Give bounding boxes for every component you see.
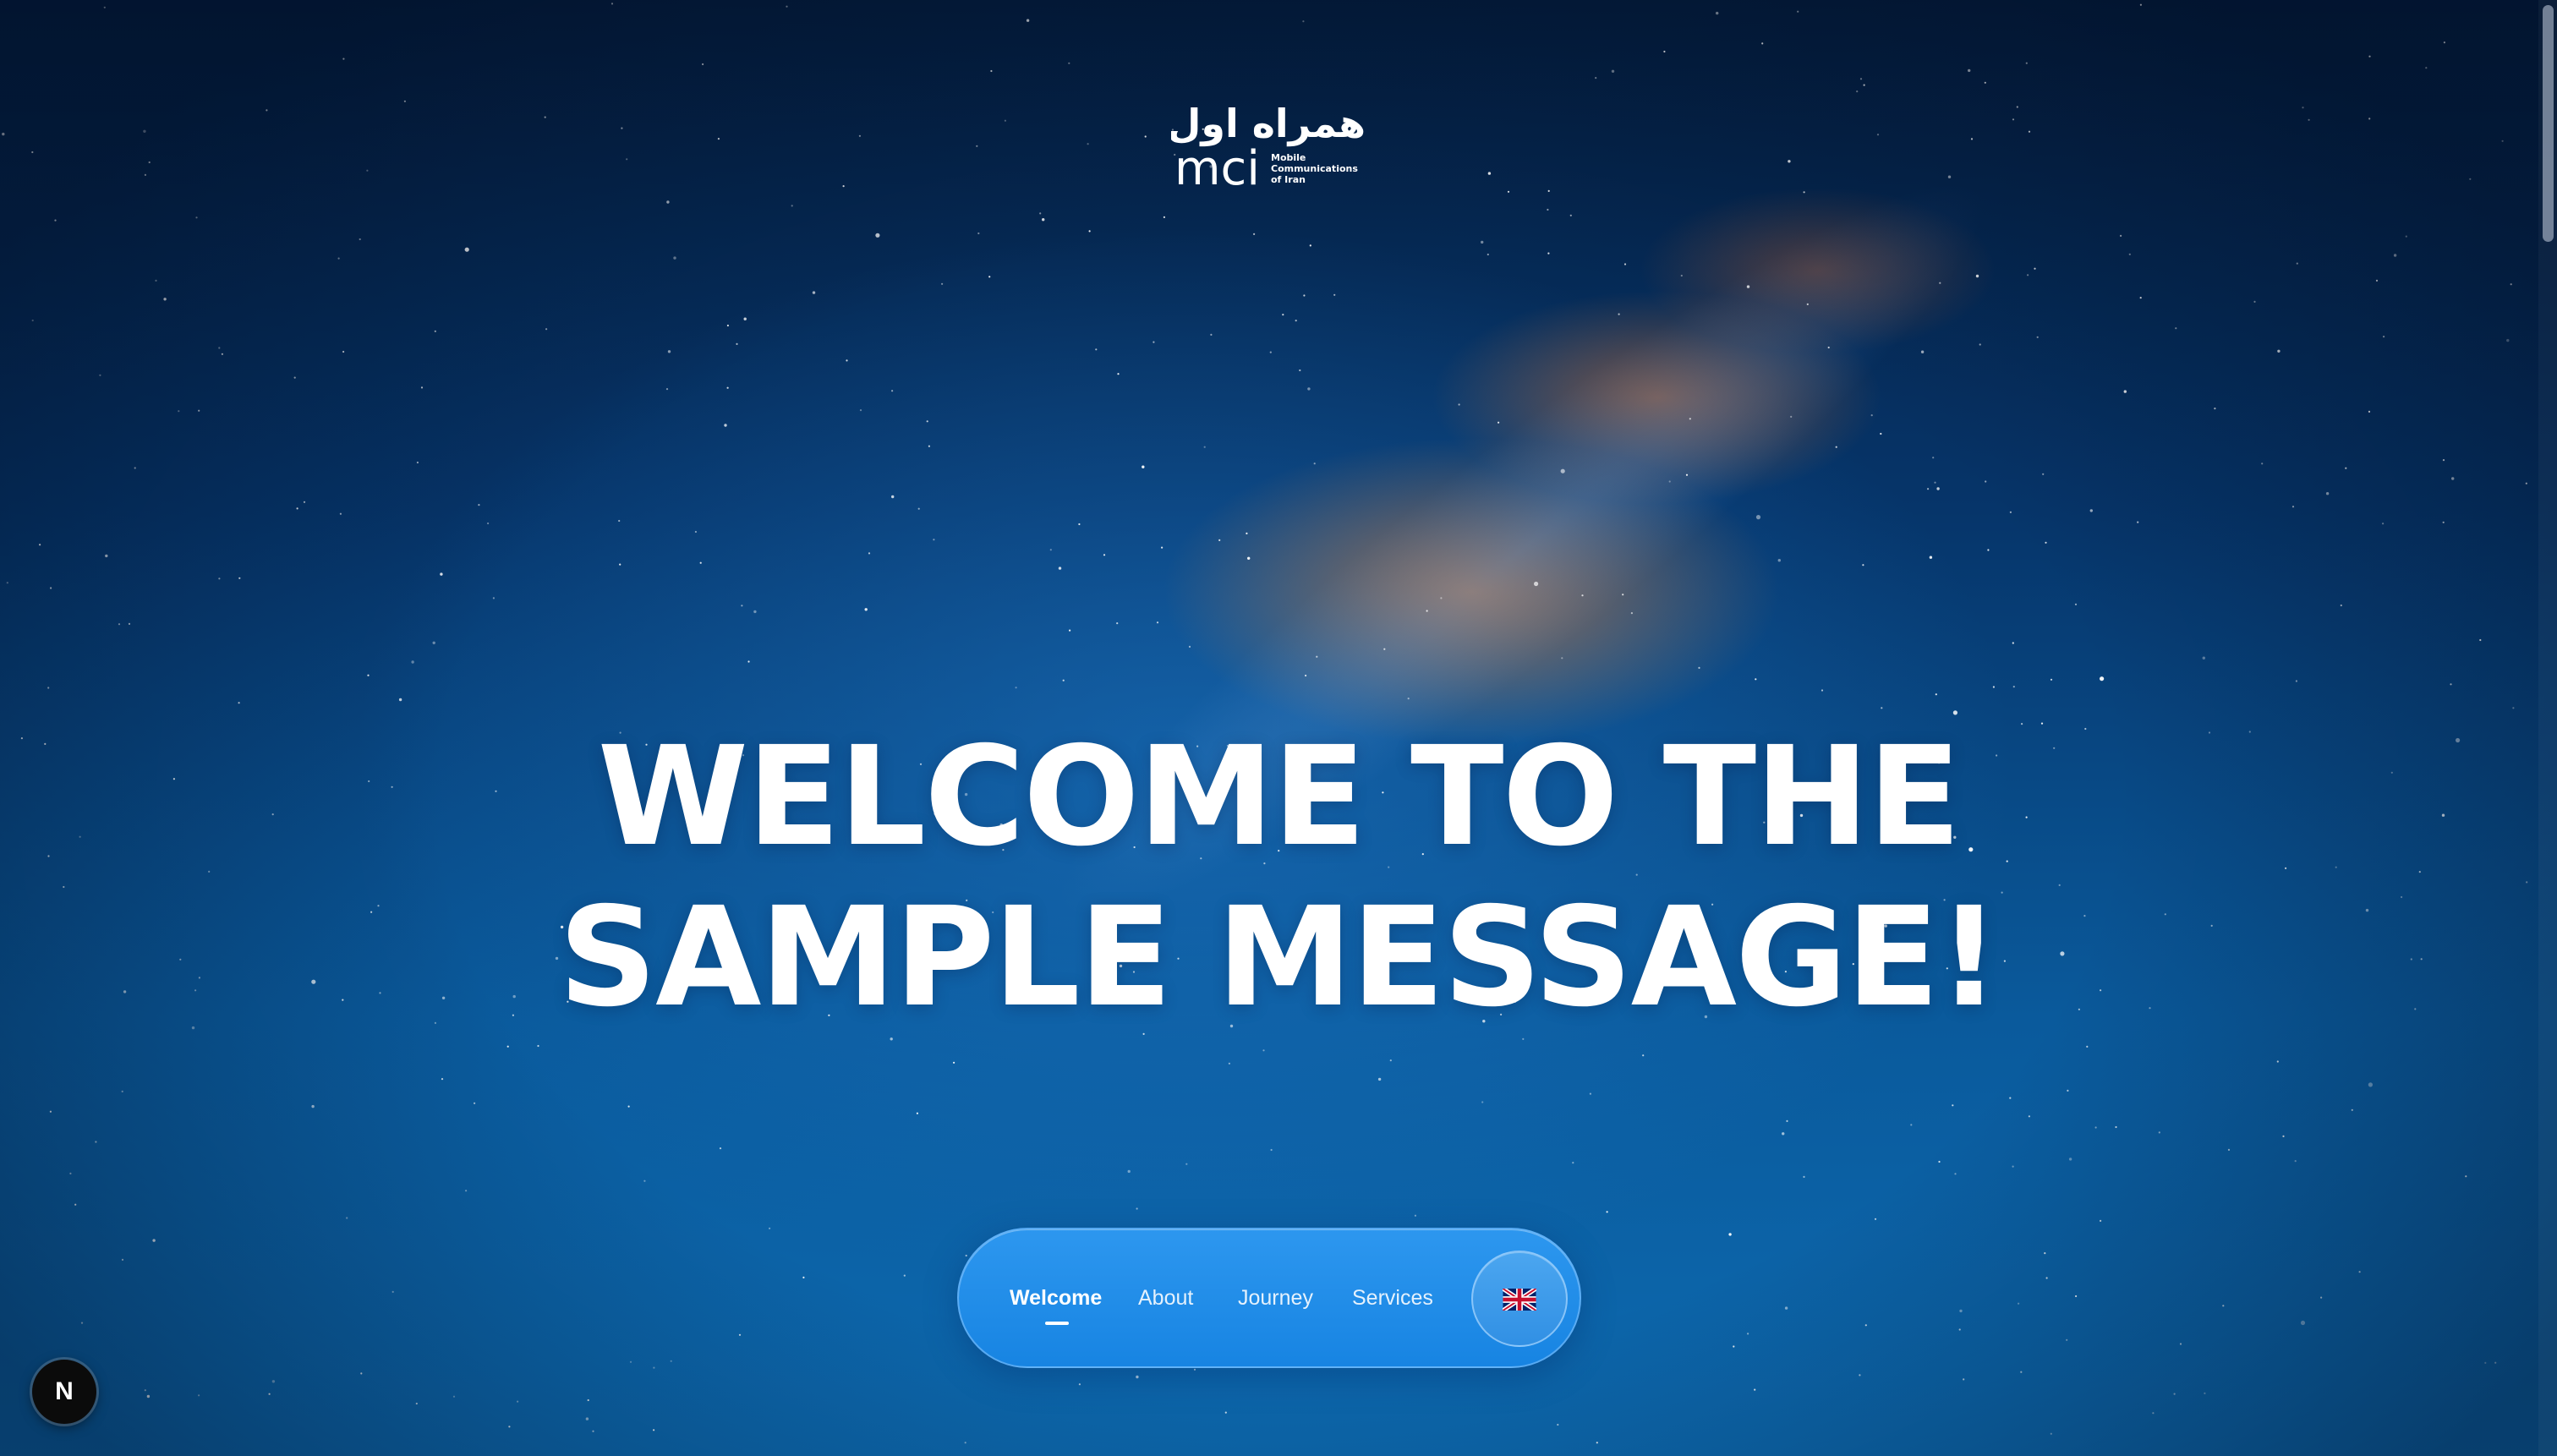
active-nav-indicator — [1045, 1322, 1069, 1325]
nav-item-welcome[interactable]: Welcome — [1010, 1229, 1102, 1366]
nextjs-dev-badge[interactable]: N — [32, 1360, 96, 1424]
hero-line-1: WELCOME TO THE — [597, 718, 1962, 877]
language-switch-button[interactable] — [1471, 1251, 1568, 1347]
page: همراه اول mci Mobile Communications of I… — [0, 0, 2557, 1456]
hero-line-2: SAMPLE MESSAGE! — [558, 879, 2000, 1037]
logo-tagline-line3: of Iran — [1271, 174, 1306, 185]
nav-item-journey[interactable]: Journey — [1238, 1229, 1313, 1366]
scrollbar-track[interactable] — [2538, 0, 2557, 1456]
brand-logo[interactable]: همراه اول mci Mobile Communications of I… — [1171, 100, 1374, 193]
logo-text-fa: همراه اول — [1171, 101, 1366, 146]
nextjs-icon: N — [55, 1377, 74, 1405]
nav-item-services[interactable]: Services — [1352, 1229, 1433, 1366]
uk-flag-icon — [1503, 1289, 1536, 1311]
nav-item-about[interactable]: About — [1138, 1229, 1193, 1366]
scrollbar-thumb[interactable] — [2543, 5, 2554, 242]
hero-heading: WELCOME TO THE SAMPLE MESSAGE! — [0, 717, 2557, 1038]
logo-tagline-line1: Mobile — [1271, 152, 1306, 163]
logo-mark: mci — [1174, 141, 1260, 193]
logo-tagline-line2: Communications — [1271, 163, 1358, 174]
